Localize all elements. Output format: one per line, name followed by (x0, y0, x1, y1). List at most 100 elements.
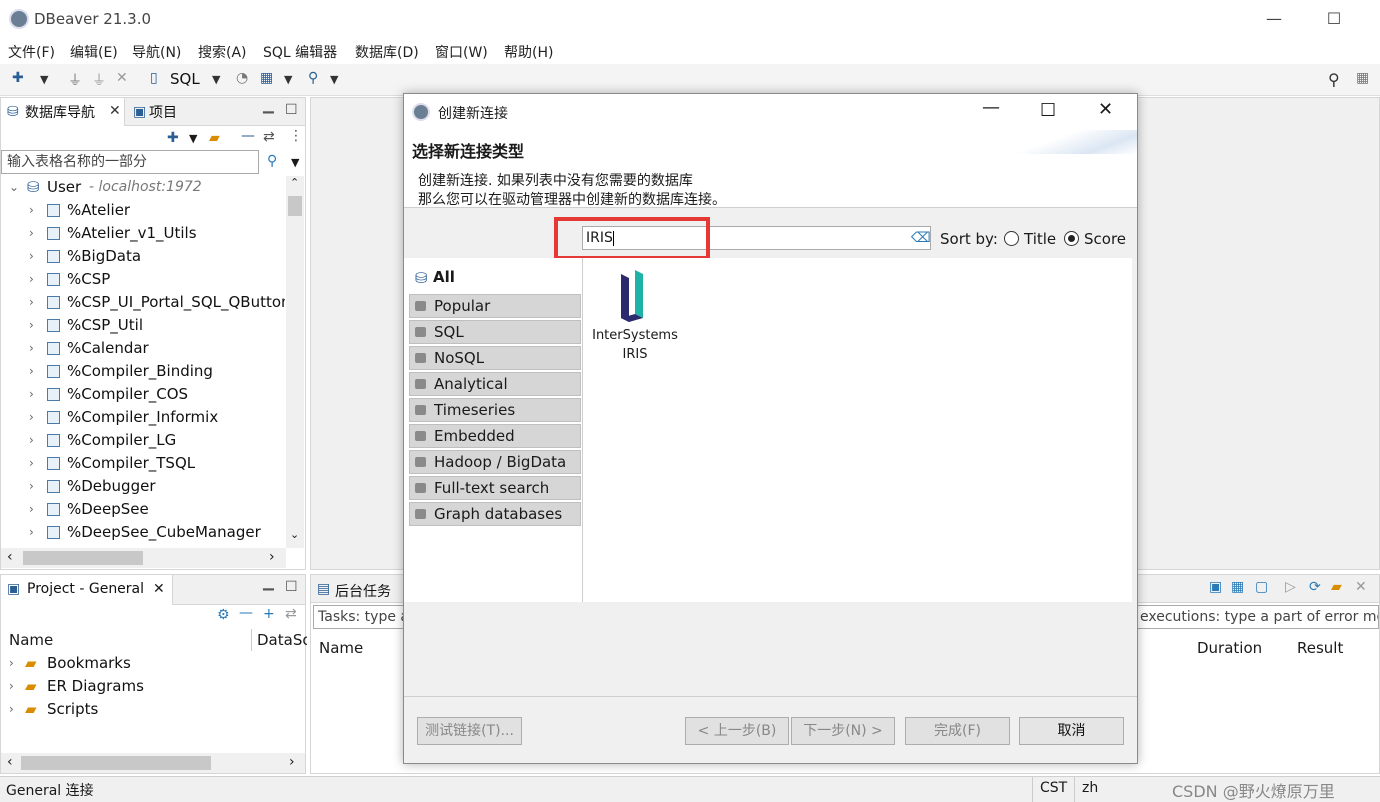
disconnect-all-icon[interactable]: ✕ (116, 70, 128, 86)
scroll-thumb[interactable] (288, 196, 302, 216)
menu-database[interactable]: 数据库(D) (355, 42, 419, 62)
tree-item[interactable]: › %CSP_Util (1, 314, 285, 337)
collapse-icon[interactable]: — (239, 605, 253, 621)
more-options-icon[interactable]: ⋮ (289, 128, 303, 144)
error-filter-input[interactable]: executions: type a part of error me (1135, 605, 1379, 629)
dialog-maximize-button[interactable]: ☐ (1040, 100, 1056, 121)
maximize-button[interactable]: ☐ (1322, 8, 1346, 30)
chevron-right-icon[interactable]: › (29, 429, 34, 452)
category-nosql[interactable]: NoSQL (409, 346, 581, 370)
chevron-right-icon[interactable]: › (9, 652, 14, 675)
project-item[interactable]: › ▰ Bookmarks (1, 652, 301, 675)
tree-item[interactable]: › %Compiler_COS (1, 383, 285, 406)
cancel-button[interactable]: 取消 (1019, 717, 1124, 745)
chevron-right-icon[interactable]: › (29, 360, 34, 383)
chevron-right-icon[interactable]: › (29, 452, 34, 475)
tree-item[interactable]: › %Compiler_Informix (1, 406, 285, 429)
chevron-right-icon[interactable]: › (9, 698, 14, 721)
menu-sql-editor[interactable]: SQL 编辑器 (263, 42, 337, 62)
tree-item[interactable]: › %BigData (1, 245, 285, 268)
gear-icon[interactable]: ⚙ (217, 607, 230, 623)
tree-item[interactable]: › %Debugger (1, 475, 285, 498)
maximize-panel-button[interactable]: ☐ (285, 102, 298, 118)
category-sql[interactable]: SQL (409, 320, 581, 344)
chevron-right-icon[interactable]: › (29, 222, 34, 245)
navigator-horizontal-scrollbar[interactable]: ‹ › (1, 548, 286, 568)
refresh-icon[interactable]: ⟳ (1309, 579, 1321, 595)
next-button[interactable]: 下一步(N) > (791, 717, 895, 745)
project-item[interactable]: › ▰ Scripts (1, 698, 301, 721)
chevron-left-icon[interactable]: ‹ (7, 754, 13, 770)
chevron-down-icon[interactable]: ⌄ (290, 528, 299, 541)
scroll-thumb[interactable] (21, 756, 211, 770)
transaction-icon[interactable]: ▦ (260, 70, 273, 86)
menu-help[interactable]: 帮助(H) (504, 42, 553, 62)
navigator-tab[interactable]: ⛁ 数据库导航 ✕ (1, 98, 125, 126)
category-timeseries[interactable]: Timeseries (409, 398, 581, 422)
menu-search[interactable]: 搜索(A) (198, 42, 247, 62)
category-analytical[interactable]: Analytical (409, 372, 581, 396)
tree-item[interactable]: › %CSP (1, 268, 285, 291)
column-result[interactable]: Result (1297, 639, 1343, 657)
driver-intersystems-iris[interactable]: InterSystems IRIS (587, 266, 683, 366)
delete-icon[interactable]: ✕ (1355, 579, 1367, 595)
column-name[interactable]: Name (9, 631, 53, 649)
category-graph[interactable]: Graph databases (409, 502, 581, 526)
language-indicator[interactable]: zh (1082, 780, 1098, 796)
project-horizontal-scrollbar[interactable]: ‹ › (1, 753, 305, 773)
project-tab[interactable]: ▣ Project - General ✕ (1, 575, 173, 605)
chevron-down-icon[interactable]: ▼ (212, 73, 220, 86)
category-embedded[interactable]: Embedded (409, 424, 581, 448)
menu-edit[interactable]: 编辑(E) (70, 42, 118, 62)
connect-icon[interactable]: ⏚ (68, 70, 82, 90)
chevron-down-icon[interactable]: ▼ (40, 73, 48, 86)
chevron-right-icon[interactable]: › (29, 199, 34, 222)
minimize-panel-button[interactable]: ▁ (263, 98, 274, 114)
link-editor-icon[interactable]: ⇄ (263, 129, 275, 145)
collapse-icon[interactable]: — (241, 128, 255, 144)
panel-view-icon[interactable]: ▣ (1209, 579, 1222, 595)
column-name[interactable]: Name (319, 639, 363, 657)
dialog-close-button[interactable]: ✕ (1098, 99, 1113, 120)
folder-icon[interactable]: ▰ (1331, 579, 1342, 595)
test-connection-button[interactable]: 测试链接(T)... (417, 717, 522, 745)
chevron-down-icon[interactable]: ▼ (284, 73, 292, 86)
chevron-right-icon[interactable]: › (269, 549, 275, 565)
disconnect-icon[interactable]: ⏚ (92, 70, 106, 90)
filter-icon[interactable]: ⚲ (267, 153, 277, 169)
category-hadoop[interactable]: Hadoop / BigData (409, 450, 581, 474)
link-editor-icon[interactable]: ⇄ (285, 606, 297, 622)
menu-window[interactable]: 窗口(W) (435, 42, 488, 62)
category-popular[interactable]: Popular (409, 294, 581, 318)
new-folder-icon[interactable]: ▰ (209, 130, 220, 146)
sort-title-radio[interactable] (1004, 231, 1019, 246)
global-search-icon[interactable]: ⚲ (1328, 70, 1340, 89)
chevron-right-icon[interactable]: › (29, 406, 34, 429)
sort-title-label[interactable]: Title (1024, 230, 1056, 248)
navigator-vertical-scrollbar[interactable]: ⌃ ⌄ (286, 176, 304, 548)
task-icon[interactable]: ▢ (1255, 579, 1268, 595)
tree-item[interactable]: › %Calendar (1, 337, 285, 360)
chevron-right-icon[interactable]: › (9, 675, 14, 698)
back-button[interactable]: < 上一步(B) (685, 717, 789, 745)
close-icon[interactable]: ✕ (109, 103, 121, 119)
chevron-down-icon[interactable]: ▼ (189, 132, 197, 145)
sql-button[interactable]: SQL (170, 70, 200, 88)
dialog-minimize-button[interactable]: — (982, 97, 1000, 118)
column-datasource[interactable]: DataSo (257, 631, 307, 649)
tree-item[interactable]: › %Compiler_Binding (1, 360, 285, 383)
project-item[interactable]: › ▰ ER Diagrams (1, 675, 301, 698)
minimize-button[interactable]: — (1262, 8, 1286, 30)
sql-editor-icon[interactable]: ▯ (150, 70, 158, 86)
chevron-down-icon[interactable]: ▼ (330, 73, 338, 86)
search-icon[interactable]: ⚲ (308, 70, 318, 86)
chevron-right-icon[interactable]: › (29, 498, 34, 521)
chevron-right-icon[interactable]: › (289, 754, 295, 770)
dashboard-icon[interactable]: ◔ (236, 70, 248, 86)
tree-item[interactable]: › %DeepSee_CubeManager (1, 521, 285, 544)
chevron-down-icon[interactable]: ▼ (291, 156, 299, 169)
tree-view-icon[interactable]: ▦ (1231, 579, 1244, 595)
chevron-right-icon[interactable]: › (29, 268, 34, 291)
chevron-up-icon[interactable]: ⌃ (290, 176, 299, 189)
menu-file[interactable]: 文件(F) (8, 42, 55, 62)
